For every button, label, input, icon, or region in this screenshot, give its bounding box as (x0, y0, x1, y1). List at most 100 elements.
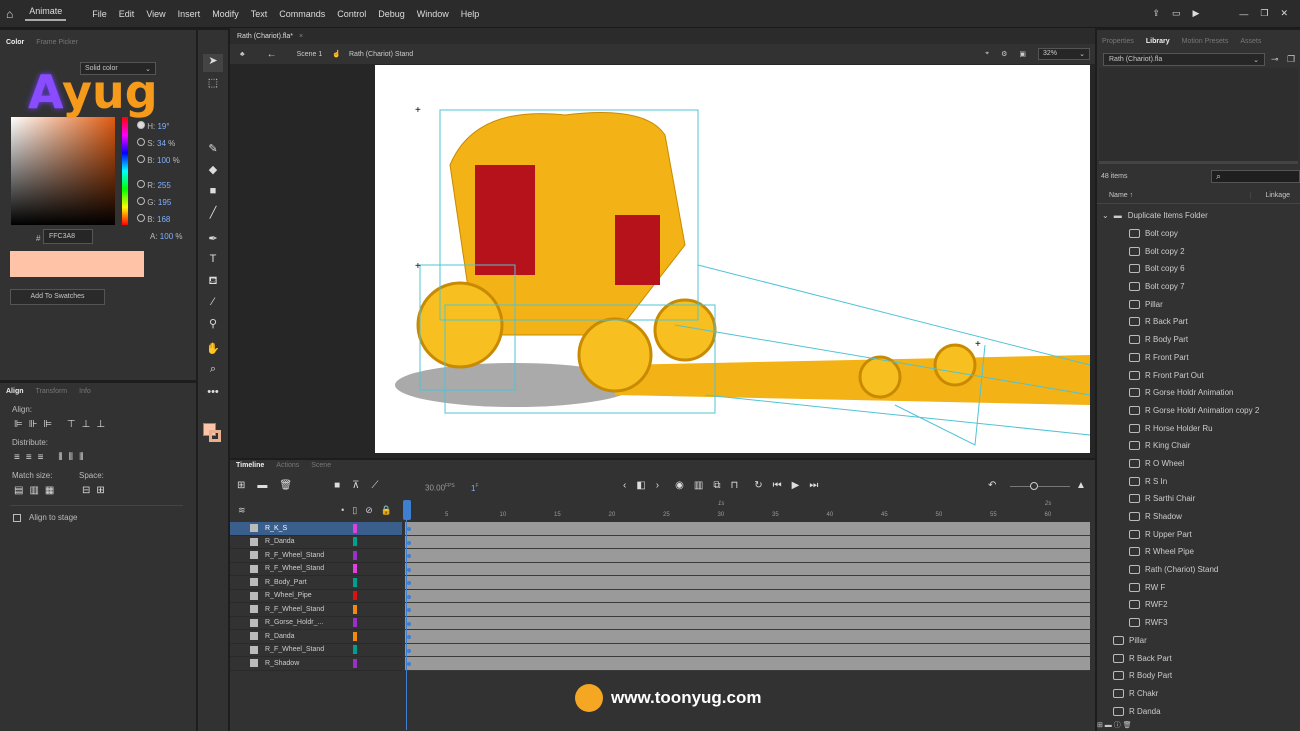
library-item[interactable]: R King Chair (1097, 437, 1297, 455)
library-item[interactable]: R Upper Part (1097, 525, 1297, 543)
align-buttons[interactable]: ⊫⊪⊫ ⊤⊥⊥ (14, 419, 111, 430)
layer-color-swatch[interactable] (353, 524, 357, 533)
layer-row[interactable]: R_F_Wheel_Stand (230, 563, 402, 577)
library-item[interactable]: R Shadow (1097, 508, 1297, 526)
menu-insert[interactable]: Insert (178, 9, 201, 19)
free-transform-tool-icon[interactable]: ⬚ (203, 76, 223, 94)
menu-control[interactable]: Control (337, 9, 366, 19)
library-item[interactable]: R Body Part (1097, 667, 1297, 685)
tab-properties[interactable]: Properties (1102, 38, 1134, 47)
minimize-button[interactable]: — (1239, 9, 1248, 19)
new-folder-icon[interactable]: ▬ (257, 480, 267, 491)
layer-name[interactable]: R_Danda (265, 633, 350, 640)
hex-input[interactable]: FFC3A8 (43, 229, 93, 244)
alpha-value[interactable]: 100 (160, 232, 173, 241)
text-tool-icon[interactable]: T (203, 253, 223, 271)
eraser-tool-icon[interactable]: ◆ (203, 163, 223, 181)
layer-frames[interactable] (405, 603, 1090, 617)
layer-row[interactable]: R_Danda (230, 536, 402, 550)
layer-frames[interactable] (405, 630, 1090, 644)
pin-icon[interactable]: ⊸ (1271, 54, 1279, 65)
home-icon[interactable]: ⌂ (6, 7, 13, 21)
library-file-select[interactable]: Rath (Chariot).fla⌄ (1103, 53, 1265, 66)
edit-symbols-icon[interactable]: ⚙ (1001, 50, 1007, 58)
library-item[interactable]: R Gorse Holdr Animation (1097, 384, 1297, 402)
playhead[interactable] (403, 500, 411, 730)
layer-row[interactable]: R_K_S (230, 522, 402, 536)
menu-edit[interactable]: Edit (119, 9, 135, 19)
layer-row[interactable]: R_F_Wheel_Stand (230, 603, 402, 617)
center-stage-icon[interactable]: ⌖ (985, 50, 989, 58)
menu-debug[interactable]: Debug (378, 9, 405, 19)
delete-layer-icon[interactable]: 🗑 (279, 480, 292, 491)
layer-name[interactable]: R_Body_Part (265, 579, 350, 586)
space-buttons[interactable]: ⊟⊞ (82, 485, 111, 496)
h-radio[interactable] (137, 121, 145, 129)
library-item[interactable]: Pillar (1097, 295, 1297, 313)
library-item[interactable]: R Wheel Pipe (1097, 543, 1297, 561)
pen-tool-icon[interactable]: ✒ (203, 232, 223, 250)
layer-row[interactable]: R_F_Wheel_Stand (230, 549, 402, 563)
parenting-icon[interactable]: ⊼ (352, 480, 359, 491)
add-to-swatches-button[interactable]: Add To Swatches (10, 289, 105, 305)
library-item[interactable]: R S In (1097, 472, 1297, 490)
back-arrow-icon[interactable]: ← (267, 49, 277, 60)
layer-color-swatch[interactable] (353, 632, 357, 641)
library-item[interactable]: R O Wheel (1097, 455, 1297, 473)
time-ruler[interactable]: 510152025303540455055601s2s (405, 500, 1090, 520)
library-item[interactable]: R Horse Holder Ru (1097, 419, 1297, 437)
red-value[interactable]: 255 (157, 181, 170, 190)
library-item[interactable]: Bolt copy 2 (1097, 242, 1297, 260)
library-item[interactable]: Bolt copy 7 (1097, 278, 1297, 296)
library-item[interactable]: R Body Part (1097, 331, 1297, 349)
library-item[interactable]: R Sarthi Chair (1097, 490, 1297, 508)
library-item[interactable]: R Front Part Out (1097, 366, 1297, 384)
r-radio[interactable] (137, 180, 145, 188)
library-item[interactable]: Rath (Chariot) Stand (1097, 561, 1297, 579)
stroke-color-swatch[interactable] (209, 430, 221, 442)
library-item[interactable]: RWF2 (1097, 596, 1297, 614)
screen-icon[interactable]: ▭ (1172, 8, 1181, 19)
g-radio[interactable] (137, 197, 145, 205)
workspace-label[interactable]: Animate (25, 6, 66, 21)
fps-value[interactable]: 30.00 (425, 484, 445, 493)
tab-timeline[interactable]: Timeline (236, 462, 264, 470)
loop-range-icon[interactable]: ⊓ (730, 480, 738, 491)
chevron-down-icon[interactable]: ⌄ (1102, 211, 1109, 220)
tab-motion-presets[interactable]: Motion Presets (1182, 38, 1229, 47)
library-item[interactable]: RW F (1097, 578, 1297, 596)
undo-icon[interactable]: ↶ (988, 480, 996, 491)
layer-name[interactable]: R_F_Wheel_Stand (265, 646, 350, 653)
maximize-button[interactable]: ❐ (1260, 8, 1268, 19)
layer-frames[interactable] (405, 644, 1090, 658)
layer-name[interactable]: R_K_S (265, 525, 350, 532)
document-tab[interactable]: Rath (Chariot).fla* (237, 33, 293, 40)
layer-frames[interactable] (405, 617, 1090, 631)
stage-canvas[interactable]: +++ (375, 65, 1090, 453)
layer-color-swatch[interactable] (353, 605, 357, 614)
outline-icon[interactable]: ▯ (352, 505, 357, 516)
menu-help[interactable]: Help (461, 9, 480, 19)
layer-frames[interactable] (405, 657, 1090, 671)
close-button[interactable]: ✕ (1280, 8, 1288, 19)
layer-name[interactable]: R_Danda (265, 538, 350, 545)
layer-frames[interactable] (405, 522, 1090, 536)
menu-modify[interactable]: Modify (212, 9, 239, 19)
library-search-input[interactable]: ⌕ (1211, 170, 1300, 183)
layer-color-swatch[interactable] (353, 645, 357, 654)
eyedropper-tool-icon[interactable]: ⁄ (203, 296, 223, 314)
tab-actions[interactable]: Actions (276, 462, 299, 470)
library-item[interactable]: RWF3 (1097, 614, 1297, 632)
layer-color-swatch[interactable] (353, 564, 357, 573)
scene-breadcrumb[interactable]: Scene 1 (297, 51, 323, 58)
layer-frames[interactable] (405, 563, 1090, 577)
layer-color-swatch[interactable] (353, 618, 357, 627)
step-back-icon[interactable]: ⏮ (773, 480, 782, 491)
menu-window[interactable]: Window (417, 9, 449, 19)
green-value[interactable]: 195 (158, 198, 171, 207)
saturation-value[interactable]: 34 (157, 139, 166, 148)
tab-assets[interactable]: Assets (1240, 38, 1261, 47)
tab-color[interactable]: Color (6, 39, 24, 46)
name-column-header[interactable]: Name ↑ (1109, 192, 1133, 199)
tab-transform[interactable]: Transform (36, 388, 68, 395)
